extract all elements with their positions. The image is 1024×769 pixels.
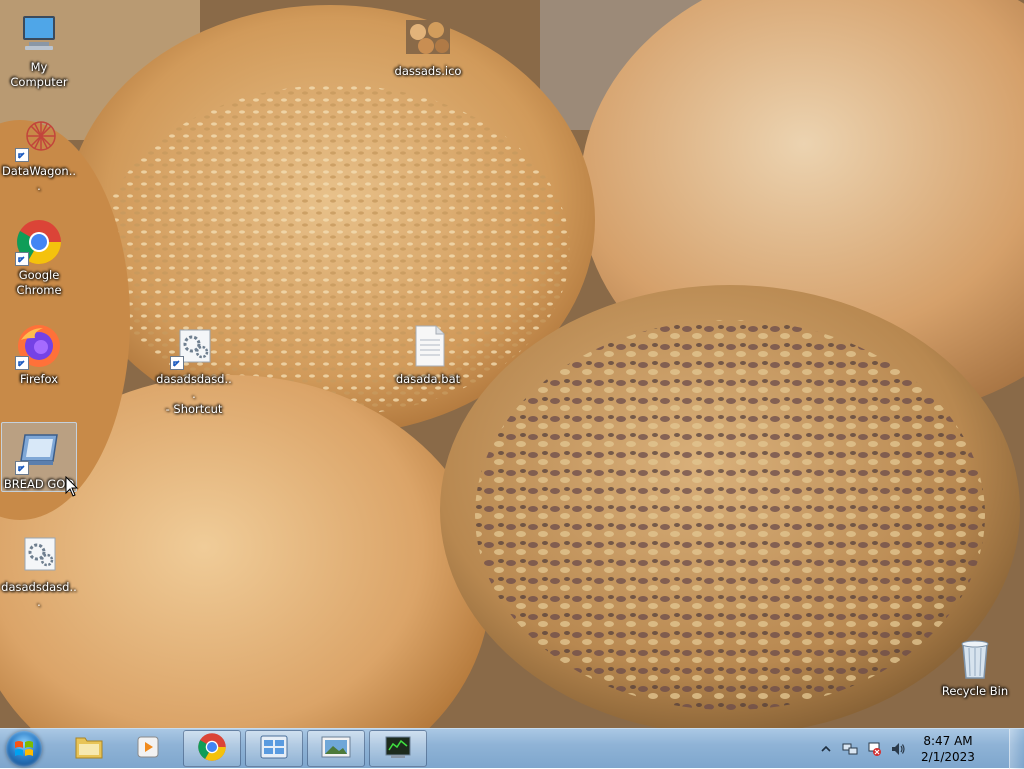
desktop-icon-label: Google Chrome [16, 268, 62, 297]
taskbar-button-task-manager[interactable] [369, 730, 427, 767]
taskbar-button-google-chrome[interactable] [183, 730, 241, 767]
start-button[interactable] [6, 731, 42, 767]
windows-logo-icon [15, 741, 33, 756]
desktop-icon-datawagon[interactable]: DataWagon... [1, 110, 77, 194]
shortcut-arrow-icon [15, 148, 29, 162]
desktop-icon-recycle-bin[interactable]: Recycle Bin [937, 630, 1013, 699]
desktop-icon-dasada-bat[interactable]: dasada.bat [390, 318, 466, 387]
settings-file-icon [15, 530, 63, 578]
desktop-icon-dasadsdasd[interactable]: dasadsdasd... [1, 526, 77, 610]
bread-god-app-icon [15, 427, 63, 475]
clock-date: 2/1/2023 [921, 750, 975, 764]
desktop-icon-label: DataWagon... [1, 164, 77, 193]
shortcut-arrow-icon [170, 356, 184, 370]
bread-wallpaper-image [0, 0, 1024, 728]
taskbar-button-control-panel[interactable] [245, 730, 303, 767]
desktop-icon-dasadsdasd-shortcut[interactable]: dasadsdasd... - Shortcut [156, 318, 232, 417]
desktop-icon-firefox[interactable]: Firefox [1, 318, 77, 387]
datawagon-logo-icon [15, 114, 63, 162]
desktop-wallpaper [0, 0, 1024, 728]
system-tray: 8:47 AM 2/1/2023 [818, 729, 1008, 769]
desktop-icon-label: dasadsdasd... [1, 580, 77, 609]
shortcut-arrow-icon [15, 461, 29, 475]
taskbar-button-media-player[interactable] [120, 730, 178, 767]
bread-image-icon [404, 14, 452, 62]
desktop-icon-label: Recycle Bin [941, 684, 1009, 698]
desktop-icon-label: Firefox [19, 372, 59, 386]
computer-icon [15, 10, 63, 58]
recycle-bin-icon [951, 634, 999, 682]
batch-file-icon [404, 322, 452, 370]
desktop-icon-label: dassads.ico [394, 64, 462, 78]
taskbar: 8:47 AM 2/1/2023 [0, 728, 1024, 769]
desktop-icon-my-computer[interactable]: My Computer [1, 6, 77, 90]
network-icon[interactable] [842, 741, 858, 757]
desktop-icon-google-chrome[interactable]: Google Chrome [1, 214, 77, 298]
control-panel-icon [259, 734, 289, 764]
shortcut-arrow-icon [15, 356, 29, 370]
firefox-icon [15, 322, 63, 370]
taskbar-button-photo-viewer[interactable] [307, 730, 365, 767]
action-center-icon[interactable] [866, 741, 882, 757]
folder-icon [74, 734, 104, 764]
terminal-icon [383, 734, 413, 764]
settings-file-icon [170, 322, 218, 370]
clock-time: 8:47 AM [923, 734, 973, 748]
media-player-icon [135, 734, 163, 764]
volume-icon[interactable] [890, 741, 906, 757]
chrome-icon [197, 732, 227, 766]
show-desktop-button[interactable] [1009, 729, 1024, 769]
desktop-icon-label: dasada.bat [395, 372, 461, 386]
desktop-icon-dassads-ico[interactable]: dassads.ico [390, 10, 466, 79]
show-hidden-icons-icon[interactable] [818, 741, 834, 757]
taskbar-button-windows-explorer[interactable] [60, 730, 118, 767]
desktop-icon-label: My Computer [10, 60, 68, 89]
photo-viewer-icon [320, 734, 352, 764]
clock[interactable]: 8:47 AM 2/1/2023 [916, 733, 980, 765]
desktop-icon-label: dasadsdasd... - Shortcut [156, 372, 232, 416]
shortcut-arrow-icon [15, 252, 29, 266]
mouse-pointer-icon [65, 475, 79, 502]
chrome-icon [15, 218, 63, 266]
